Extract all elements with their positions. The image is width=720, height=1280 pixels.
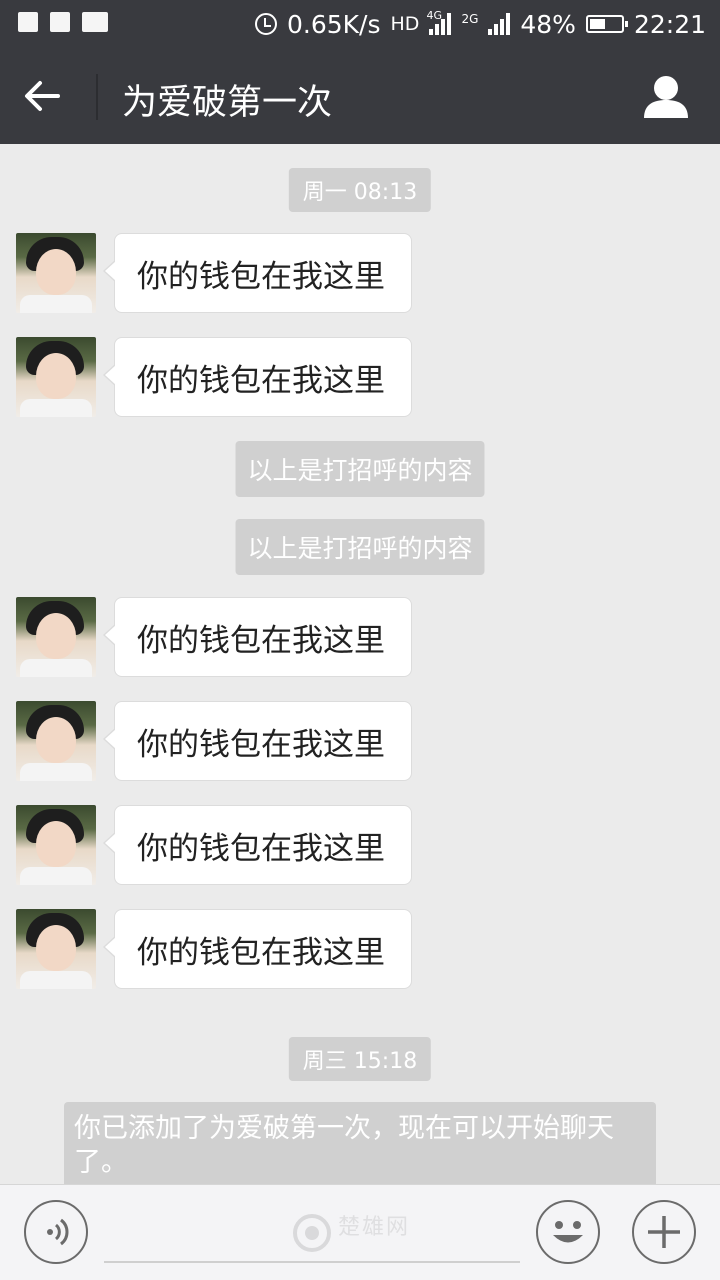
app-notification-icon xyxy=(50,12,70,32)
signal-2g-icon xyxy=(488,13,511,35)
voice-input-button[interactable] xyxy=(24,1200,88,1264)
arrow-left-icon xyxy=(25,81,60,111)
status-bar: 0.65K/s HD 4G 2G 48% 22:21 xyxy=(0,0,720,48)
smiley-icon xyxy=(553,1221,583,1243)
input-bar: 楚雄网 xyxy=(0,1184,720,1280)
message-bubble[interactable]: 你的钱包在我这里 xyxy=(103,337,412,417)
message-bubble[interactable]: 你的钱包在我这里 xyxy=(103,597,412,677)
back-button[interactable] xyxy=(22,72,74,120)
timestamp-chip: 周一 08:13 xyxy=(288,168,432,212)
notification-icons xyxy=(18,12,108,32)
message-row: 你的钱包在我这里 xyxy=(16,597,436,677)
clock: 22:21 xyxy=(633,9,706,39)
person-icon xyxy=(644,76,688,118)
chat-title: 为爱破第一次 xyxy=(122,83,333,123)
friend-added-notice: 你已添加了为爱破第一次，现在可以开始聊天了。 xyxy=(64,1102,656,1184)
watermark-text: 楚雄网 xyxy=(338,1215,411,1240)
contact-avatar[interactable] xyxy=(16,233,96,313)
message-notification-icon xyxy=(18,12,38,32)
chat-header: 为爱破第一次 xyxy=(0,48,720,144)
voice-icon xyxy=(47,1218,69,1246)
site-watermark: 楚雄网 xyxy=(292,1205,432,1261)
chat-message-list[interactable]: 周一 08:13 你的钱包在我这里 你的钱包在我这里 以上是打招呼的内容 以上是… xyxy=(0,144,720,1184)
contact-avatar[interactable] xyxy=(16,701,96,781)
timestamp-chip: 周三 15:18 xyxy=(288,1037,432,1081)
message-row: 你的钱包在我这里 xyxy=(16,233,436,313)
emoji-button[interactable] xyxy=(536,1200,600,1264)
contact-avatar[interactable] xyxy=(16,805,96,885)
contact-avatar[interactable] xyxy=(16,597,96,677)
plus-icon xyxy=(648,1216,680,1248)
message-input[interactable] xyxy=(104,1261,520,1263)
message-row: 你的钱包在我这里 xyxy=(16,701,436,781)
message-row: 你的钱包在我这里 xyxy=(16,337,436,417)
message-bubble[interactable]: 你的钱包在我这里 xyxy=(103,701,412,781)
message-bubble[interactable]: 你的钱包在我这里 xyxy=(103,909,412,989)
watermark-logo-icon xyxy=(293,1214,331,1252)
battery-percent: 48% xyxy=(520,9,576,39)
message-row: 你的钱包在我这里 xyxy=(16,805,436,885)
uc-notification-icon xyxy=(82,12,108,32)
message-bubble[interactable]: 你的钱包在我这里 xyxy=(103,805,412,885)
alarm-icon xyxy=(255,13,277,35)
network-speed: 0.65K/s xyxy=(287,9,381,39)
more-actions-button[interactable] xyxy=(632,1200,696,1264)
message-row: 你的钱包在我这里 xyxy=(16,909,436,989)
battery-icon xyxy=(585,15,628,33)
system-message: 以上是打招呼的内容 xyxy=(235,519,485,575)
message-bubble[interactable]: 你的钱包在我这里 xyxy=(103,233,412,313)
network-type-hd: HD 4G xyxy=(390,9,443,35)
system-message: 以上是打招呼的内容 xyxy=(235,441,485,497)
contact-profile-button[interactable] xyxy=(640,70,692,122)
contact-avatar[interactable] xyxy=(16,909,96,989)
network-type-2g: 2G xyxy=(461,12,479,26)
header-divider xyxy=(96,74,98,120)
contact-avatar[interactable] xyxy=(16,337,96,417)
